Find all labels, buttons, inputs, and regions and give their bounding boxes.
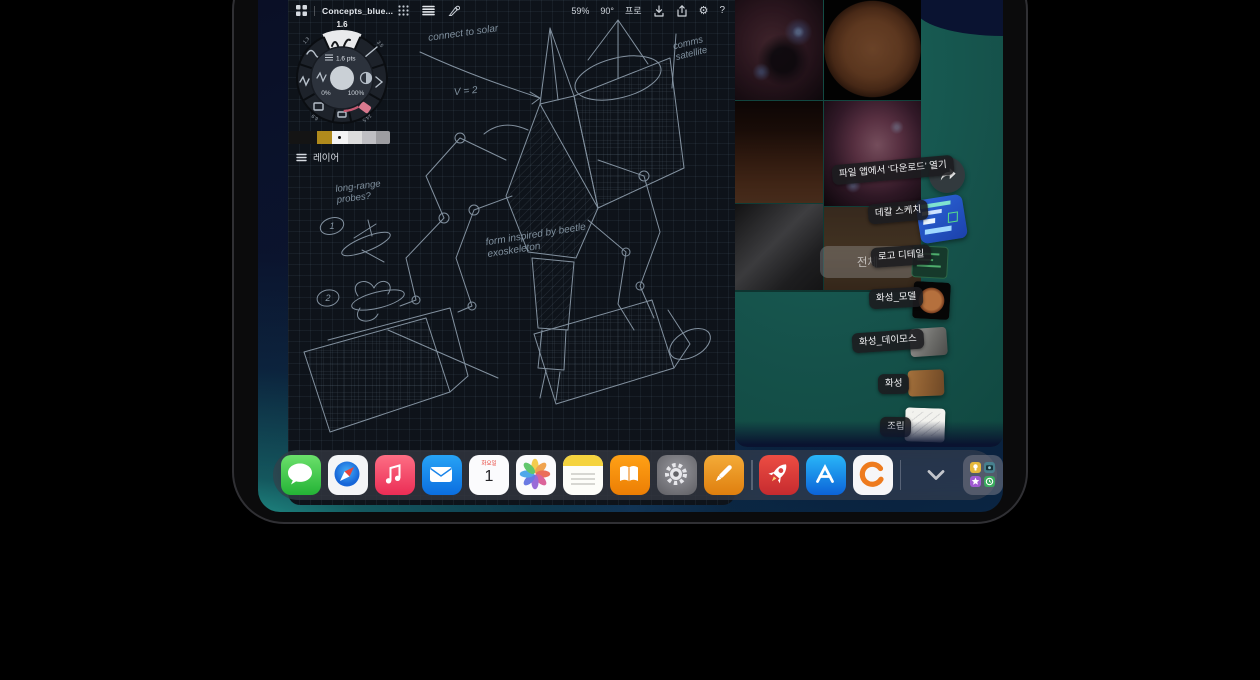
calendar-app-icon[interactable]: 화요일 1	[469, 455, 509, 495]
dots-grid-icon[interactable]	[398, 5, 409, 16]
swatch-gold[interactable]	[317, 131, 332, 144]
size-1-3: 1.3	[302, 36, 311, 45]
stroke-size-value: 1.6 pts	[336, 56, 356, 63]
layers-label: 레이어	[313, 150, 339, 164]
thumb-mars[interactable]	[908, 369, 945, 396]
share-export-icon[interactable]	[676, 5, 688, 17]
layers-button[interactable]: 레이어	[296, 150, 339, 164]
rocket-icon	[759, 455, 797, 493]
doodle-marker-1: 1	[329, 221, 334, 231]
sketch-pen-app-icon[interactable]	[704, 455, 744, 495]
concepts-app-icon[interactable]	[853, 455, 893, 495]
opacity-min: 0%	[321, 90, 331, 97]
mini-lightbulb-icon	[970, 462, 981, 473]
envelope-icon	[422, 455, 460, 493]
active-size-label: 1.6	[336, 20, 348, 29]
thumb-assembly-sketch[interactable]	[904, 407, 945, 442]
rotation-value[interactable]: 90°	[600, 6, 614, 16]
orange-c-icon	[853, 455, 891, 493]
pro-badge[interactable]: 프로	[625, 4, 642, 17]
calendar-day: 1	[485, 468, 494, 486]
app-library-icon[interactable]	[963, 455, 1003, 495]
messages-app-icon[interactable]	[281, 455, 321, 495]
open-book-icon	[610, 455, 648, 493]
gear-icon	[657, 455, 695, 493]
compass-icon	[328, 455, 366, 493]
hamburger-icon	[296, 153, 307, 162]
drag-badge-assembly: 조립	[880, 417, 912, 437]
music-note-icon	[375, 455, 413, 493]
safari-app-icon[interactable]	[328, 455, 368, 495]
layers-stack-icon[interactable]	[422, 5, 435, 16]
page: 1 2 connect to solar comms satellite V =…	[0, 0, 1260, 680]
opacity-max: 100%	[348, 90, 365, 97]
dock-collapse-button[interactable]	[919, 455, 953, 495]
app-store-app-icon[interactable]	[806, 455, 846, 495]
chat-bubble-icon	[281, 455, 319, 493]
notes-app-icon[interactable]	[563, 455, 603, 495]
mini-star-icon	[970, 476, 981, 487]
selected-swatch-dot	[338, 136, 341, 139]
color-palette-bar	[289, 131, 390, 144]
drag-badge-mars-model: 화성_모델	[869, 287, 924, 309]
tool-wheel[interactable]: 1.6	[292, 16, 392, 128]
drag-badge-mars: 화성	[878, 374, 910, 394]
swatch-white-selected[interactable]	[332, 131, 347, 144]
pen-icon	[704, 455, 742, 493]
help-icon[interactable]: ?	[719, 5, 725, 16]
import-icon[interactable]	[653, 5, 665, 17]
swatch-gray[interactable]	[376, 131, 390, 144]
notes-yellow-band	[563, 455, 603, 466]
document-title[interactable]: Concepts_blue...	[322, 6, 393, 16]
mini-camera-icon	[984, 462, 995, 473]
toolbar-divider	[314, 6, 315, 16]
dock-separator	[900, 460, 902, 490]
dock-separator	[751, 460, 753, 490]
tool-wheel-graphic: 1.6	[292, 16, 392, 128]
flower-icon	[516, 455, 554, 493]
swatch-black[interactable]	[289, 131, 317, 144]
mail-app-icon[interactable]	[422, 455, 462, 495]
app-grid-icon[interactable]	[296, 5, 307, 16]
app-store-a-icon	[806, 455, 844, 493]
settings-app-icon[interactable]	[657, 455, 697, 495]
ipad-screen: 1 2 connect to solar comms satellite V =…	[258, 0, 1003, 512]
mini-clock-icon	[984, 476, 995, 487]
swatch-light-gray[interactable]	[348, 131, 362, 144]
doodle-marker-2: 2	[324, 293, 330, 303]
zoom-level[interactable]: 59%	[571, 6, 589, 16]
books-app-icon[interactable]	[610, 455, 650, 495]
concepts-app-window: 1 2 connect to solar comms satellite V =…	[288, 0, 735, 505]
wallpaper-corner	[915, 0, 1003, 36]
photos-drag-panel: 전체 파일 앱에서 ‘다운로드’ 열기 데칼 스케치 로고 디테일 화성_모델 …	[735, 0, 1003, 447]
settings-gear-icon[interactable]: ⚙	[699, 5, 709, 16]
music-app-icon[interactable]	[375, 455, 415, 495]
swatch-mid-gray[interactable]	[362, 131, 376, 144]
rocket-app-icon[interactable]	[759, 455, 799, 495]
photos-app-icon[interactable]	[516, 455, 556, 495]
dock: 화요일 1	[273, 450, 997, 500]
pen-select-icon[interactable]	[448, 5, 460, 17]
chevron-down-icon	[926, 469, 946, 481]
